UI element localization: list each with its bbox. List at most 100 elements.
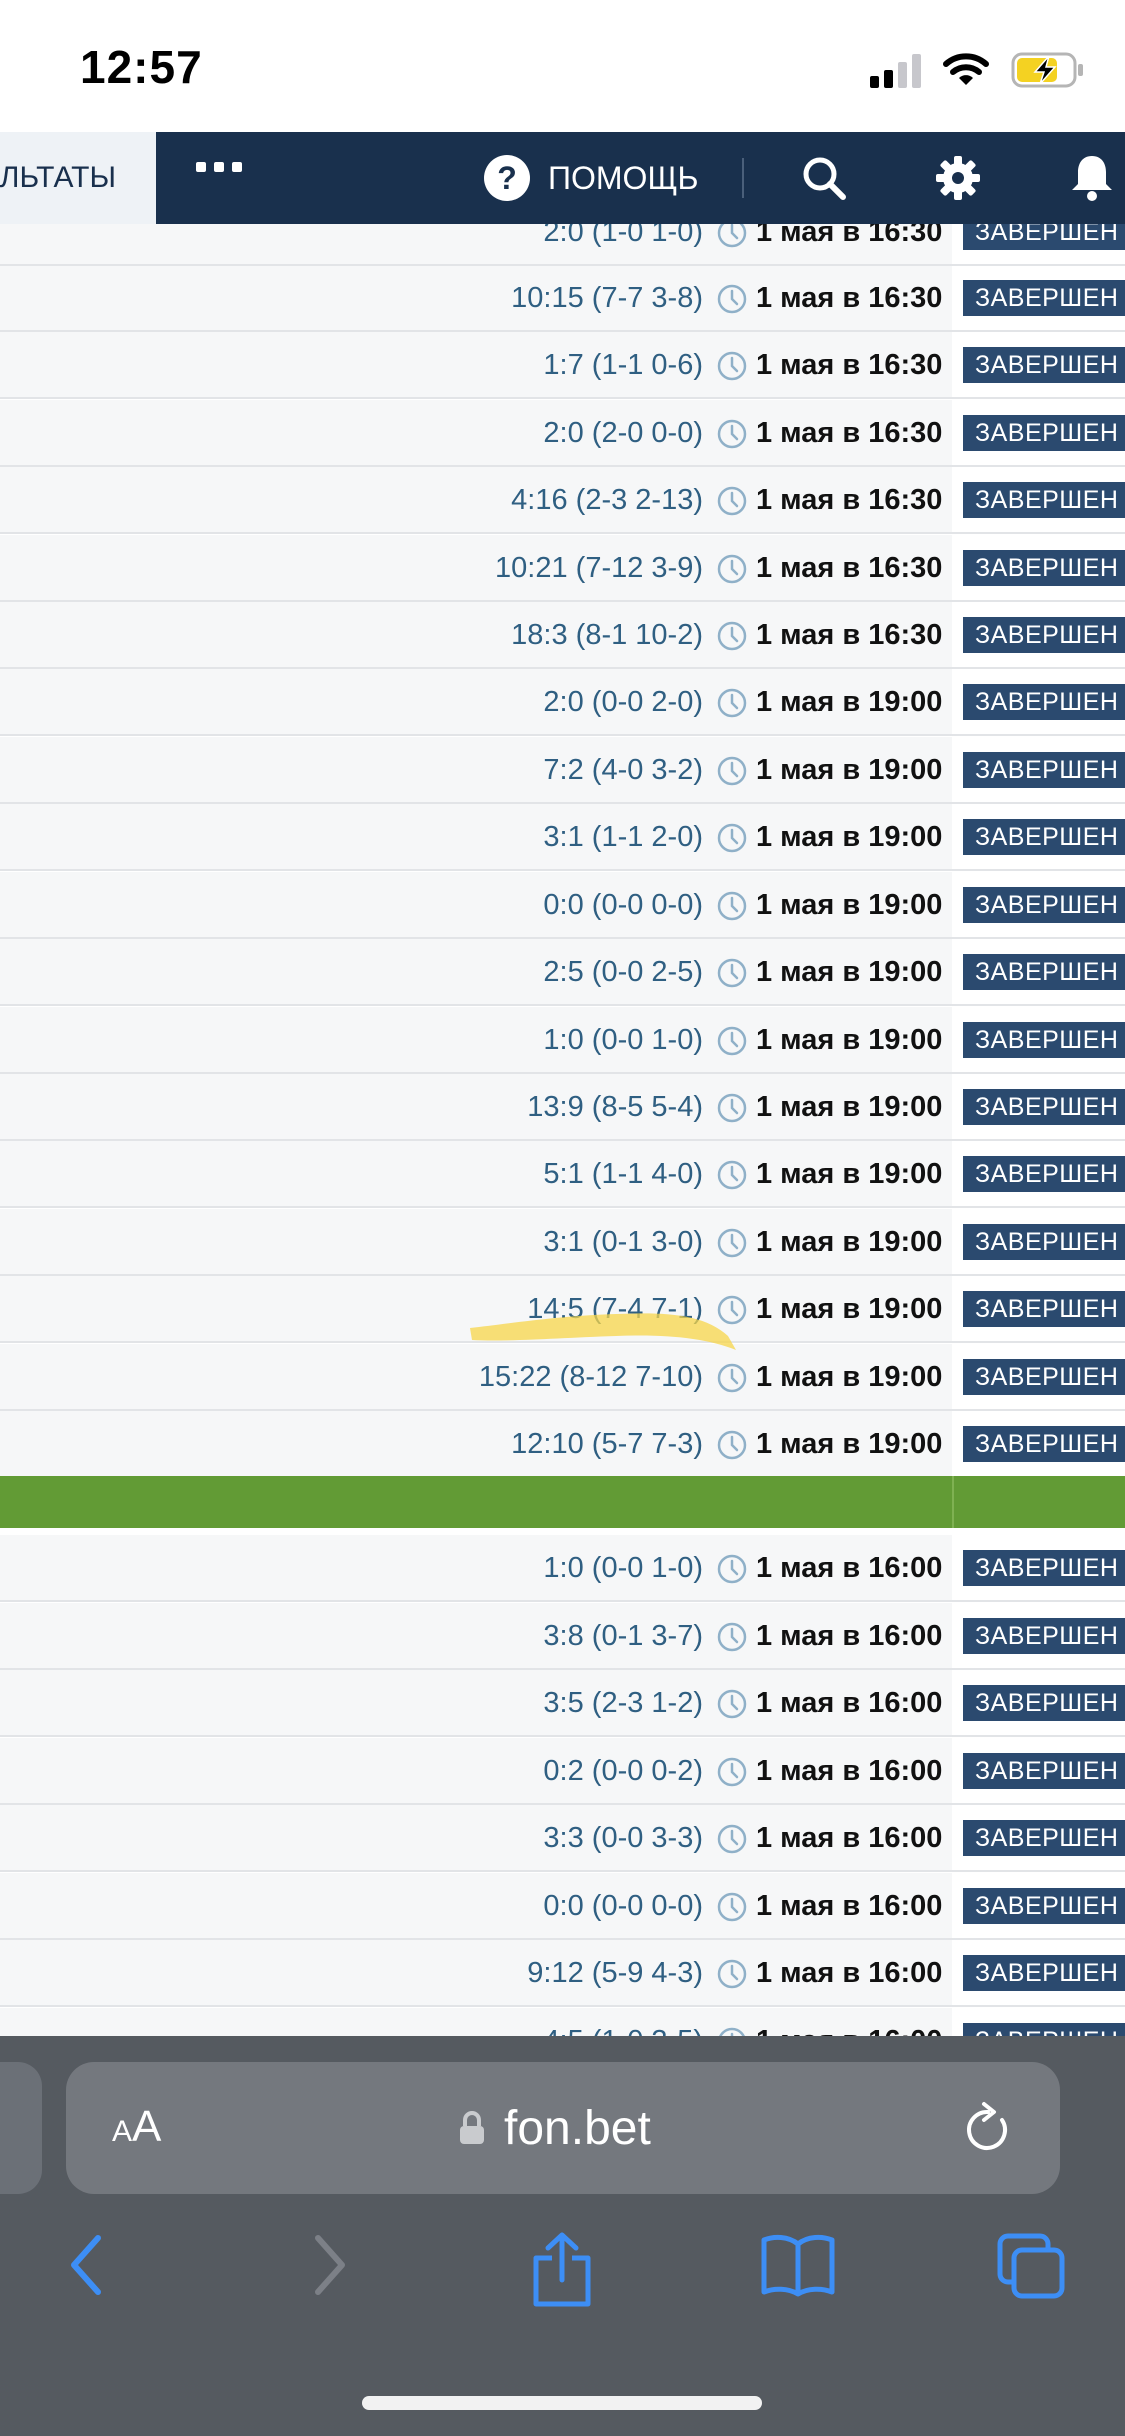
result-row[interactable]: 2:0 (1-0 1-0) 1 мая в 16:30 ЗАВЕРШЕН (0, 224, 1125, 266)
result-row[interactable]: 0:2 (0-0 0-2) 1 мая в 16:00 ЗАВЕРШЕН (0, 1738, 1125, 1805)
bell-icon[interactable] (1068, 152, 1116, 202)
status-badge: ЗАВЕРШЕН (963, 1156, 1125, 1192)
status-time: 12:57 (80, 41, 203, 93)
match-score[interactable]: 0:0 (0-0 0-0) (543, 1873, 703, 1940)
match-score[interactable]: 4:16 (2-3 2-13) (511, 467, 703, 534)
status-bar: 12:57 (0, 0, 1125, 132)
status-badge: ЗАВЕРШЕН (963, 1022, 1125, 1058)
match-score[interactable]: 3:1 (1-1 2-0) (543, 804, 703, 871)
match-score[interactable]: 3:8 (0-1 3-7) (543, 1603, 703, 1670)
match-score[interactable]: 2:0 (0-0 2-0) (543, 669, 703, 736)
result-row[interactable]: 3:5 (2-3 1-2) 1 мая в 16:00 ЗАВЕРШЕН (0, 1670, 1125, 1737)
nav-results-tab[interactable]: ЛЬТАТЫ (0, 132, 156, 224)
result-row[interactable]: 14:5 (7-4 7-1) 1 мая в 19:00 ЗАВЕРШЕН (0, 1276, 1125, 1343)
match-datetime: 1 мая в 16:00 (756, 1687, 943, 1719)
match-datetime: 1 мая в 16:30 (756, 349, 943, 381)
status-badge: ЗАВЕРШЕН (963, 1888, 1125, 1924)
nav-divider (742, 158, 744, 198)
status-badge: ЗАВЕРШЕН (963, 347, 1125, 383)
clock-icon (717, 486, 747, 516)
result-row[interactable]: 3:1 (0-1 3-0) 1 мая в 19:00 ЗАВЕРШЕН (0, 1209, 1125, 1276)
result-row[interactable]: 15:22 (8-12 7-10) 1 мая в 19:00 ЗАВЕРШЕН (0, 1344, 1125, 1411)
match-score[interactable]: 1:0 (0-0 1-0) (543, 1535, 703, 1602)
gear-icon[interactable] (934, 154, 982, 202)
match-score[interactable]: 3:5 (2-3 1-2) (543, 1670, 703, 1737)
section-divider-bar (0, 1476, 1125, 1528)
share-icon[interactable] (530, 2232, 594, 2308)
result-row[interactable]: 10:21 (7-12 3-9) 1 мая в 16:30 ЗАВЕРШЕН (0, 535, 1125, 602)
match-score[interactable]: 15:22 (8-12 7-10) (479, 1344, 703, 1411)
match-datetime: 1 мая в 16:30 (756, 224, 943, 248)
result-row[interactable]: 4:5 (1-0 3-5) 1 мая в 16:00 ЗАВЕРШЕН (0, 2008, 1125, 2036)
result-row[interactable]: 1:0 (0-0 1-0) 1 мая в 19:00 ЗАВЕРШЕН (0, 1007, 1125, 1074)
match-score[interactable]: 2:0 (2-0 0-0) (543, 400, 703, 467)
result-row[interactable]: 2:5 (0-0 2-5) 1 мая в 19:00 ЗАВЕРШЕН (0, 939, 1125, 1006)
results-list: 4:5 (1-0 3-5) 1 мая в 16:00 ЗАВЕРШЕН 9:12 (… (0, 224, 1125, 2036)
more-icon[interactable] (196, 162, 242, 172)
result-row[interactable]: 2:0 (0-0 2-0) 1 мая в 19:00 ЗАВЕРШЕН (0, 669, 1125, 736)
match-score[interactable]: 18:3 (8-1 10-2) (511, 602, 703, 669)
bookmarks-icon[interactable] (760, 2232, 836, 2298)
url-text: fon.bet (504, 2101, 651, 2155)
match-score[interactable]: 3:3 (0-0 3-3) (543, 1805, 703, 1872)
result-row[interactable]: 0:0 (0-0 0-0) 1 мая в 19:00 ЗАВЕРШЕН (0, 872, 1125, 939)
match-score[interactable]: 0:2 (0-0 0-2) (543, 1738, 703, 1805)
cellular-signal-icon (870, 52, 921, 88)
result-row[interactable]: 1:7 (1-1 0-6) 1 мая в 16:30 ЗАВЕРШЕН (0, 332, 1125, 399)
result-row[interactable]: 5:1 (1-1 4-0) 1 мая в 19:00 ЗАВЕРШЕН (0, 1141, 1125, 1208)
match-score[interactable]: 7:2 (4-0 3-2) (543, 737, 703, 804)
tabs-icon[interactable] (996, 2232, 1068, 2300)
match-score[interactable]: 1:0 (0-0 1-0) (543, 1007, 703, 1074)
match-datetime: 1 мая в 19:00 (756, 754, 943, 786)
forward-icon[interactable] (310, 2232, 350, 2298)
status-badge: ЗАВЕРШЕН (963, 224, 1125, 250)
url-group[interactable]: fon.bet (458, 2098, 651, 2158)
status-badge: ЗАВЕРШЕН (963, 752, 1125, 788)
result-row[interactable]: 3:1 (1-1 2-0) 1 мая в 19:00 ЗАВЕРШЕН (0, 804, 1125, 871)
match-score[interactable]: 10:15 (7-7 3-8) (511, 265, 703, 332)
result-row[interactable]: 9:12 (5-9 4-3) 1 мая в 16:00 ЗАВЕРШЕН (0, 1940, 1125, 2007)
home-indicator (362, 2396, 762, 2410)
match-score[interactable]: 12:10 (5-7 7-3) (511, 1411, 703, 1478)
result-row[interactable]: 2:0 (2-0 0-0) 1 мая в 16:30 ЗАВЕРШЕН (0, 400, 1125, 467)
result-row[interactable]: 18:3 (8-1 10-2) 1 мая в 16:30 ЗАВЕРШЕН (0, 602, 1125, 669)
match-score[interactable]: 5:1 (1-1 4-0) (543, 1141, 703, 1208)
result-row[interactable]: 7:2 (4-0 3-2) 1 мая в 19:00 ЗАВЕРШЕН (0, 737, 1125, 804)
match-datetime: 1 мая в 16:30 (756, 619, 943, 651)
help-button[interactable]: ? ПОМОЩЬ (484, 154, 698, 202)
match-score[interactable]: 10:21 (7-12 3-9) (495, 535, 703, 602)
previous-tab-peek[interactable] (0, 2062, 42, 2194)
match-datetime: 1 мая в 19:00 (756, 889, 943, 921)
result-row[interactable]: 13:9 (8-5 5-4) 1 мая в 19:00 ЗАВЕРШЕН (0, 1074, 1125, 1141)
match-score[interactable]: 3:1 (0-1 3-0) (543, 1209, 703, 1276)
address-bar[interactable]: AA fon.bet (66, 2062, 1060, 2194)
match-score[interactable]: 14:5 (7-4 7-1) (527, 1276, 703, 1343)
result-row[interactable]: 3:8 (0-1 3-7) 1 мая в 16:00 ЗАВЕРШЕН (0, 1603, 1125, 1670)
clock-icon (717, 1689, 747, 1719)
text-size-button[interactable]: AA (112, 2102, 161, 2152)
result-row[interactable]: 1:0 (0-0 1-0) 1 мая в 16:00 ЗАВЕРШЕН (0, 1535, 1125, 1602)
match-score[interactable]: 1:7 (1-1 0-6) (543, 332, 703, 399)
clock-icon (719, 2027, 745, 2036)
match-score[interactable]: 13:9 (8-5 5-4) (527, 1074, 703, 1141)
result-row[interactable]: 3:3 (0-0 3-3) 1 мая в 16:00 ЗАВЕРШЕН (0, 1805, 1125, 1872)
status-badge: ЗАВЕРШЕН (963, 1224, 1125, 1260)
reload-icon[interactable] (962, 2100, 1014, 2156)
result-row[interactable]: 0:0 (0-0 0-0) 1 мая в 16:00 ЗАВЕРШЕН (0, 1873, 1125, 1940)
match-score[interactable]: 2:0 (1-0 1-0) (543, 224, 703, 266)
result-row[interactable]: 12:10 (5-7 7-3) 1 мая в 19:00 ЗАВЕРШЕН (0, 1411, 1125, 1478)
clock-icon (717, 284, 747, 314)
match-datetime: 1 мая в 19:00 (756, 1428, 943, 1460)
clock-icon (717, 621, 747, 651)
search-icon[interactable] (800, 154, 848, 202)
status-badge: ЗАВЕРШЕН (963, 1955, 1125, 1991)
result-row[interactable]: 10:15 (7-7 3-8) 1 мая в 16:30 ЗАВЕРШЕН (0, 265, 1125, 332)
match-datetime: 1 мая в 19:00 (756, 956, 943, 988)
match-score[interactable]: 2:5 (0-0 2-5) (543, 939, 703, 1006)
clock-icon (717, 419, 747, 449)
match-score[interactable]: 0:0 (0-0 0-0) (543, 872, 703, 939)
result-row[interactable]: 4:16 (2-3 2-13) 1 мая в 16:30 ЗАВЕРШЕН (0, 467, 1125, 534)
match-score[interactable]: 9:12 (5-9 4-3) (527, 1940, 703, 2007)
match-score[interactable]: 4:5 (1-0 3-5) (543, 2008, 703, 2036)
back-icon[interactable] (66, 2232, 106, 2298)
